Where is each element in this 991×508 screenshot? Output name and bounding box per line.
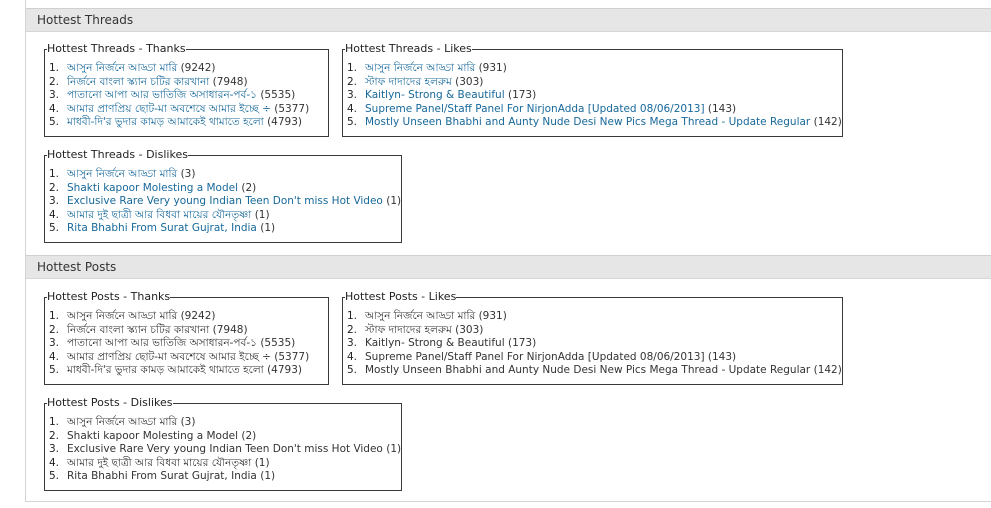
box-posts-dislikes: Hottest Posts - Dislikes 1. আসুন নির্জনে … — [44, 396, 403, 491]
page-bottom-border — [25, 501, 991, 502]
section-title: Hottest Posts — [37, 260, 117, 274]
list-item: 1. আসুন নির্জনে আড্ডা মারি (3) — [49, 168, 196, 180]
post-title: আমার প্রাণপ্রিয় ছোট-মা অবশেষে আমার ইচ্ছ… — [67, 350, 271, 363]
list-item[interactable]: 4. আমার প্রাণপ্রিয় ছোট-মা অবশেষে আমার ইচ… — [49, 350, 328, 365]
post-title: Exclusive Rare Very young Indian Teen Do… — [67, 443, 383, 456]
thread-link[interactable]: Supreme Panel/Staff Panel For NirjonAdda… — [365, 103, 705, 115]
section-header-hottest-threads: Hottest Threads — [26, 8, 991, 32]
list-item: 5. Rita Bhabhi From Surat Gujrat, India (… — [49, 222, 276, 235]
ranked-list: 1. আসুন নির্জনে আড্ডা মারি (3) 2. Shakti k… — [45, 416, 401, 484]
page-left-border — [25, 0, 26, 502]
thread-link[interactable]: Shakti kapoor Molesting a Model — [67, 182, 238, 194]
thread-link[interactable]: মাধবী-দি'র ভুদার কামড় আমাকেই থামাতে হলো — [67, 116, 264, 128]
thread-link[interactable]: আসুন নির্জনে আড্ডা মারি — [365, 62, 475, 74]
box-threads-dislikes: Hottest Threads - Dislikes 1. আসুন নির্জন… — [44, 148, 403, 243]
post-title: পাতানো আপা আর ভাতিজি অসাধারন-পর্ব-১ — [67, 337, 257, 350]
thread-link[interactable]: স্টাফ দাদাদের হলরুম — [365, 76, 452, 88]
thread-link[interactable]: Mostly Unseen Bhabhi and Aunty Nude Desi… — [365, 116, 810, 128]
list-item[interactable]: 3. Kaitlyn- Strong & Beautiful (173) — [347, 337, 842, 351]
list-item: 3. পাতানো আপা আর ভাতিজি অসাধারন-পর্ব-১ (5… — [49, 89, 296, 102]
list-item[interactable]: 1. আসুন নির্জনে আড্ডা মারি (3) — [49, 416, 401, 430]
list-item[interactable]: 1. আসুন নির্জনে আড্ডা মারি (931) — [347, 310, 842, 324]
post-title: মাধবী-দি'র ভুদার কামড় আমাকেই থামাতে হলো — [67, 364, 264, 377]
box-legend: Hottest Threads - Dislikes — [47, 148, 188, 161]
post-title: Rita Bhabhi From Surat Gujrat, India — [67, 470, 257, 483]
list-item[interactable]: 2. স্টাফ দাদাদের হলরুম (303) — [347, 323, 842, 338]
thread-link[interactable]: নির্জনে বাংলা স্ক্যান চটির কারখানা — [67, 76, 209, 88]
post-title: Kaitlyn- Strong & Beautiful — [365, 337, 505, 350]
post-title: Supreme Panel/Staff Panel For NirjonAdda… — [365, 350, 705, 363]
list-item: 2. স্টাফ দাদাদের হলরুম (303) — [347, 75, 484, 88]
list-item: 2. Shakti kapoor Molesting a Model (2) — [49, 181, 257, 194]
box-posts-thanks: Hottest Posts - Thanks 1. আসুন নির্জনে আড… — [44, 291, 329, 385]
list-item[interactable]: 2. Shakti kapoor Molesting a Model (2) — [49, 429, 401, 444]
list-item[interactable]: 1. আসুন নির্জনে আড্ডা মারি (9242) — [49, 310, 328, 324]
box-legend: Hottest Posts - Dislikes — [47, 396, 173, 409]
post-title: Shakti kapoor Molesting a Model — [67, 429, 239, 442]
list-item[interactable]: 4. Supreme Panel/Staff Panel For NirjonAd… — [347, 350, 842, 365]
thread-link[interactable]: আমার প্রাণপ্রিয় ছোট-মা অবশেষে আমার ইচ্ছ… — [67, 103, 271, 115]
box-threads-thanks: Hottest Threads - Thanks 1. আসুন নির্জনে … — [44, 43, 329, 137]
box-legend: Hottest Posts - Likes — [345, 290, 457, 303]
post-title: স্টাফ দাদাদের হলরুম — [365, 323, 452, 336]
thread-link[interactable]: Kaitlyn- Strong & Beautiful — [365, 89, 505, 101]
box-legend: Hottest Threads - Thanks — [47, 42, 186, 55]
list-item: 3. Exclusive Rare Very young Indian Teen … — [49, 195, 402, 208]
thread-link[interactable]: আসুন নির্জনে আড্ডা মারি — [67, 168, 177, 180]
post-title: আসুন নির্জনে আড্ডা মারি — [67, 416, 178, 428]
box-legend: Hottest Posts - Thanks — [47, 290, 171, 303]
thread-link[interactable]: আসুন নির্জনে আড্ডা মারি — [67, 62, 177, 74]
section-title: Hottest Threads — [37, 13, 134, 27]
list-item: 1. আসুন নির্জনে আড্ডা মারি (931) — [347, 62, 507, 74]
ranked-list: 1. আসুন নির্জনে আড্ডা মারি (9242) 2. নির্জ… — [45, 310, 328, 378]
list-item: 2. নির্জনে বাংলা স্ক্যান চটির কারখানা (79… — [49, 75, 248, 88]
list-item: 5. Mostly Unseen Bhabhi and Aunty Nude De… — [347, 116, 842, 129]
list-item[interactable]: 3. পাতানো আপা আর ভাতিজি অসাধারন-পর্ব-১ (5… — [49, 337, 328, 351]
thread-link[interactable]: পাতানো আপা আর ভাতিজি অসাধারন-পর্ব-১ — [67, 89, 257, 101]
list-item: 1. আসুন নির্জনে আড্ডা মারি (9242) — [49, 62, 216, 74]
ranked-list: 1. আসুন নির্জনে আড্ডা মারি (931) 2. স্টাফ … — [343, 310, 842, 378]
post-title: আমার দুই ছাত্রী আর বিধবা মায়ের যৌনতৃষ্ণ… — [67, 456, 252, 469]
list-item[interactable]: 4. আমার দুই ছাত্রী আর বিধবা মায়ের যৌনতৃষ… — [49, 456, 401, 471]
box-legend: Hottest Threads - Likes — [345, 42, 472, 55]
list-item: 5. মাধবী-দি'র ভুদার কামড় আমাকেই থামাতে হ… — [49, 116, 302, 129]
box-posts-likes: Hottest Posts - Likes 1. আসুন নির্জনে আড্… — [342, 291, 843, 385]
post-title: আসুন নির্জনে আড্ডা মারি — [67, 310, 178, 322]
list-item: 4. Supreme Panel/Staff Panel For NirjonAd… — [347, 102, 737, 115]
section-header-hottest-posts: Hottest Posts — [26, 255, 991, 279]
box-threads-likes: Hottest Threads - Likes 1. আসুন নির্জনে আ… — [342, 43, 843, 137]
list-item[interactable]: 5. মাধবী-দি'র ভুদার কামড় আমাকেই থামাতে হ… — [49, 364, 328, 378]
list-item: 4. আমার প্রাণপ্রিয় ছোট-মা অবশেষে আমার ইচ… — [49, 102, 310, 115]
list-item: 3. Kaitlyn- Strong & Beautiful (173) — [347, 89, 537, 102]
thread-link[interactable]: আমার দুই ছাত্রী আর বিধবা মায়ের যৌনতৃষ্ণ… — [67, 209, 251, 221]
list-item: 4. আমার দুই ছাত্রী আর বিধবা মায়ের যৌনতৃষ… — [49, 208, 270, 221]
list-item[interactable]: 3. Exclusive Rare Very young Indian Teen … — [49, 443, 401, 457]
thread-link[interactable]: Exclusive Rare Very young Indian Teen Do… — [67, 195, 383, 207]
post-title: নির্জনে বাংলা স্ক্যান চটির কারখানা — [67, 323, 210, 336]
post-title: Mostly Unseen Bhabhi and Aunty Nude Desi… — [365, 364, 811, 377]
ranked-list: 1. আসুন নির্জনে আড্ডা মারি (931) 2. স্টাফ … — [343, 62, 842, 130]
ranked-list: 1. আসুন নির্জনে আড্ডা মারি (3) 2. Shakti k… — [45, 168, 401, 236]
thread-link[interactable]: Rita Bhabhi From Surat Gujrat, India — [67, 222, 257, 234]
post-title: আসুন নির্জনে আড্ডা মারি — [365, 310, 476, 322]
list-item[interactable]: 5. Mostly Unseen Bhabhi and Aunty Nude De… — [347, 364, 842, 378]
list-item[interactable]: 2. নির্জনে বাংলা স্ক্যান চটির কারখানা (79… — [49, 323, 328, 338]
ranked-list: 1. আসুন নির্জনে আড্ডা মারি (9242) 2. নির্জ… — [45, 62, 328, 130]
list-item[interactable]: 5. Rita Bhabhi From Surat Gujrat, India (… — [49, 470, 401, 484]
